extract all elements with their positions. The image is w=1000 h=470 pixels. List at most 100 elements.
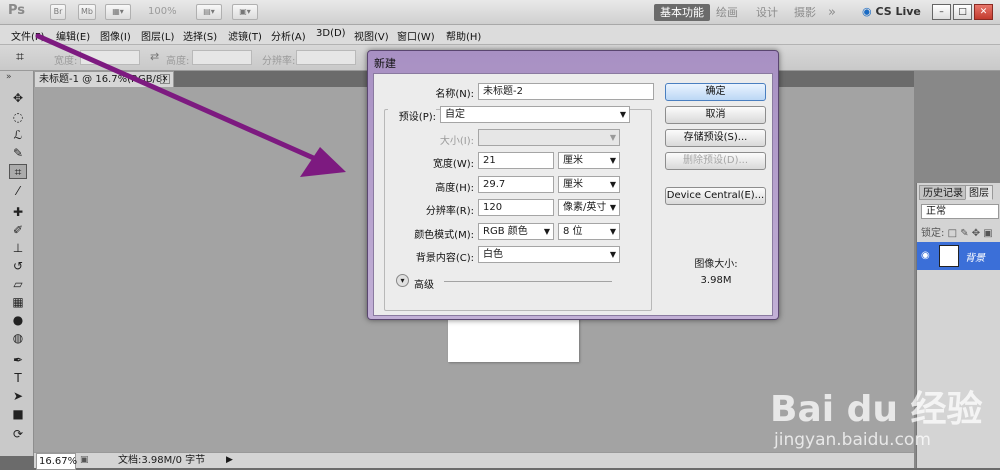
lasso-tool-icon[interactable]: ℒ	[9, 128, 27, 143]
document-tab-title: 未标题-1 @ 16.7%(RGB/8)	[39, 74, 167, 85]
device-central-button[interactable]: Device Central(E)...	[665, 187, 766, 205]
3d-rotate-tool-icon[interactable]: ⟳	[9, 427, 27, 442]
background-value: 白色	[483, 249, 503, 260]
cs-live-button[interactable]: ◉ CS Live	[862, 5, 921, 18]
workspace-photography[interactable]: 摄影	[794, 4, 816, 21]
mini-bridge-icon[interactable]: Mb	[78, 4, 96, 20]
lock-label: 锁定:	[921, 228, 945, 239]
document-canvas[interactable]	[448, 315, 579, 362]
height-input[interactable]	[192, 50, 252, 65]
ok-button[interactable]: 确定	[665, 83, 766, 101]
crop-tool-icon[interactable]: ⌗	[9, 164, 27, 179]
crop-tool-icon[interactable]: ⌗	[16, 49, 24, 65]
healing-brush-tool-icon[interactable]: ✚	[9, 205, 27, 220]
workspace-painting[interactable]: 绘画	[716, 4, 738, 21]
lock-icon[interactable]: □ ✎ ✥ ▣	[948, 228, 993, 239]
name-label: 名称(N):	[435, 89, 474, 100]
status-menu-arrow[interactable]: ▶	[226, 453, 233, 468]
arrange-documents-icon[interactable]: ▤▾	[196, 4, 222, 20]
layer-name: 背景	[965, 253, 985, 264]
menu-select[interactable]: 选择(S)	[183, 28, 217, 43]
width-input[interactable]: 21	[478, 152, 554, 169]
color-mode-value: RGB 颜色	[483, 226, 528, 237]
height-input[interactable]: 29.7	[478, 176, 554, 193]
preset-label: 预设(P):	[388, 108, 436, 123]
workspace-essentials[interactable]: 基本功能	[654, 4, 710, 21]
name-input[interactable]: 未标题-2	[478, 83, 654, 100]
history-brush-tool-icon[interactable]: ↺	[9, 259, 27, 274]
resolution-label: 分辨率(R):	[425, 206, 474, 217]
shape-tool-icon[interactable]: ■	[9, 407, 27, 422]
cs-live-label: CS Live	[875, 5, 921, 18]
pen-tool-icon[interactable]: ✒	[9, 353, 27, 368]
minimize-button[interactable]: –	[932, 4, 951, 20]
height-label: 高度(H):	[435, 183, 474, 194]
width-input[interactable]	[80, 50, 140, 65]
status-page-icon[interactable]: ▣	[80, 453, 89, 468]
menu-help[interactable]: 帮助(H)	[446, 28, 481, 43]
restore-button[interactable]: □	[953, 4, 972, 20]
bit-depth-select[interactable]: 8 位 ▼	[558, 223, 620, 240]
application-bar: Ps Br Mb ▦▾ 100% ▤▾ ▣▾ 基本功能 绘画 设计 摄影 » ◉…	[0, 0, 1000, 25]
menu-edit[interactable]: 编辑(E)	[56, 28, 90, 43]
menu-file[interactable]: 文件(F)	[11, 28, 45, 43]
close-tab-icon[interactable]: ✕	[160, 74, 170, 84]
bridge-icon[interactable]: Br	[50, 4, 66, 20]
menu-image[interactable]: 图像(I)	[100, 28, 131, 43]
layer-row-background[interactable]: ◉ 背景	[917, 242, 1000, 270]
dodge-tool-icon[interactable]: ◍	[9, 331, 27, 346]
quick-select-tool-icon[interactable]: ✎	[9, 146, 27, 161]
close-window-button[interactable]: ✕	[974, 4, 993, 20]
blur-tool-icon[interactable]: ●	[9, 313, 27, 328]
tab-layers[interactable]: 图层	[965, 185, 993, 200]
menu-filter[interactable]: 滤镜(T)	[228, 28, 262, 43]
zoom-level[interactable]: 100%	[148, 6, 177, 17]
chevron-down-icon: ▼	[609, 250, 616, 259]
document-tab[interactable]: 未标题-1 @ 16.7%(RGB/8) ✕	[34, 71, 174, 87]
cancel-button[interactable]: 取消	[665, 106, 766, 124]
more-workspaces-icon[interactable]: »	[828, 4, 836, 21]
image-size-value: 3.98M	[700, 275, 732, 286]
advanced-label[interactable]: 高级	[414, 276, 434, 291]
background-select[interactable]: 白色 ▼	[478, 246, 620, 263]
blend-mode-select[interactable]: 正常	[921, 204, 999, 219]
collapse-toolbox-icon[interactable]: »	[6, 72, 12, 82]
expand-advanced-icon[interactable]: ▾	[396, 274, 409, 287]
view-extras-icon[interactable]: ▦▾	[105, 4, 131, 20]
eye-icon[interactable]: ◉	[921, 250, 930, 261]
marquee-tool-icon[interactable]: ◌	[9, 110, 27, 125]
bit-depth-value: 8 位	[563, 226, 583, 237]
tab-history[interactable]: 历史记录	[919, 185, 967, 200]
resolution-input[interactable]	[296, 50, 356, 65]
resolution-unit-select[interactable]: 像素/英寸 ▼	[558, 199, 620, 216]
resolution-input[interactable]: 120	[478, 199, 554, 216]
photoshop-logo: Ps	[8, 3, 26, 18]
menu-analysis[interactable]: 分析(A)	[271, 28, 306, 43]
menu-window[interactable]: 窗口(W)	[397, 28, 435, 43]
layer-thumbnail	[939, 245, 959, 267]
color-mode-select[interactable]: RGB 颜色 ▼	[478, 223, 554, 240]
preset-select[interactable]: 自定 ▼	[440, 106, 630, 123]
preset-value: 自定	[445, 109, 465, 120]
height-unit-select[interactable]: 厘米 ▼	[558, 176, 620, 193]
type-tool-icon[interactable]: T	[9, 371, 27, 386]
brush-tool-icon[interactable]: ✐	[9, 223, 27, 238]
eraser-tool-icon[interactable]: ▱	[9, 277, 27, 292]
workspace-design[interactable]: 设计	[756, 4, 778, 21]
status-zoom[interactable]: 16.67%	[36, 453, 77, 470]
screen-mode-icon[interactable]: ▣▾	[232, 4, 258, 20]
width-unit-select[interactable]: 厘米 ▼	[558, 152, 620, 169]
save-preset-button[interactable]: 存储预设(S)...	[665, 129, 766, 147]
move-tool-icon[interactable]: ✥	[9, 91, 27, 106]
new-document-dialog: 新建 名称(N): 未标题-2 预设(P): 自定 ▼ 大小(I): ▼ 宽度(W…	[367, 50, 779, 320]
clone-stamp-tool-icon[interactable]: ⊥	[9, 241, 27, 256]
chevron-down-icon: ▼	[609, 133, 616, 142]
dialog-title: 新建	[374, 57, 396, 70]
eyedropper-tool-icon[interactable]: ⁄	[9, 184, 27, 199]
swap-icon[interactable]: ⇄	[150, 50, 159, 63]
menu-view[interactable]: 视图(V)	[354, 28, 389, 43]
path-selection-tool-icon[interactable]: ➤	[9, 389, 27, 404]
menu-layer[interactable]: 图层(L)	[141, 28, 174, 43]
menu-3d[interactable]: 3D(D)	[316, 28, 346, 39]
gradient-tool-icon[interactable]: ▦	[9, 295, 27, 310]
